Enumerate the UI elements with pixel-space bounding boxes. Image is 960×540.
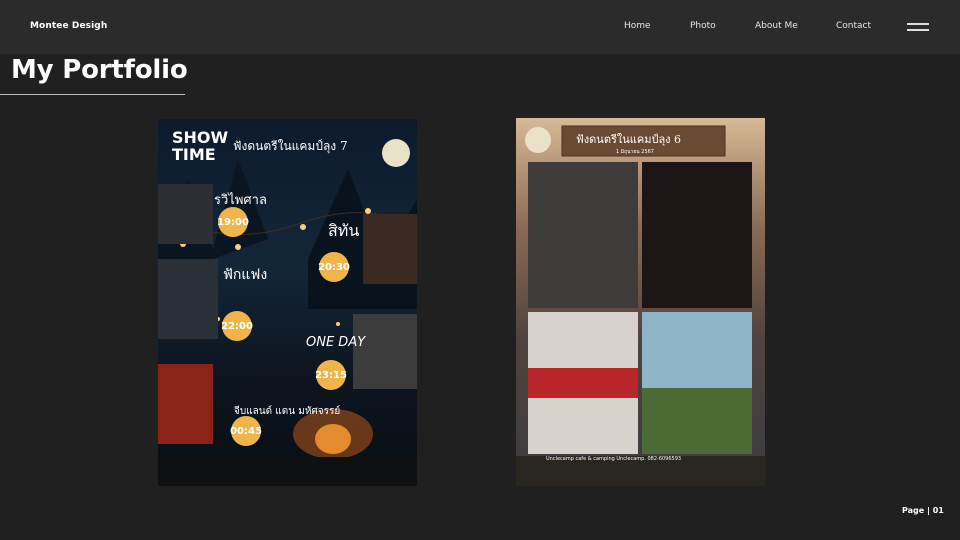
poster-1-headline: ฟังดนตรีในแคมป์ลุง 7 bbox=[233, 139, 348, 153]
show-time-logo: SHOW TIME bbox=[172, 128, 229, 164]
title-underline bbox=[0, 94, 185, 95]
nav-about-link[interactable]: About Me bbox=[755, 21, 798, 31]
performer-4: ONE DAY bbox=[306, 335, 366, 350]
nav-home-link[interactable]: Home bbox=[624, 21, 651, 31]
poster-2-artwork bbox=[516, 125, 765, 486]
poster-2-contact: Unclecamp cafe & camping Unclecamp. 082-… bbox=[546, 456, 682, 462]
menu-icon[interactable] bbox=[907, 23, 929, 31]
poster-2-date: 1 มิถุนายน 2567 bbox=[616, 149, 654, 155]
nav-photo-link[interactable]: Photo bbox=[690, 21, 716, 31]
portfolio-item-poster-1[interactable]: SHOW TIME ฟังดนตรีในแคมป์ลุง 7 รวิไพศาล … bbox=[158, 119, 417, 486]
time-badge-5: 00:45 bbox=[230, 416, 262, 446]
time-badge-1: 19:00 bbox=[217, 207, 249, 237]
performer-3: ฟักแฟง bbox=[223, 267, 268, 283]
page-title: My Portfolio bbox=[11, 55, 188, 85]
time-badge-2: 20:30 bbox=[318, 252, 350, 282]
poster-1-artwork bbox=[158, 139, 417, 486]
performer-1: รวิไพศาล bbox=[214, 193, 267, 208]
time-badge-3: 22:00 bbox=[221, 311, 253, 341]
nav-contact-link[interactable]: Contact bbox=[836, 21, 871, 31]
poster-2-headline: ฟังดนตรีในแคมป์ลุง 6 bbox=[576, 133, 682, 146]
page-number: Page | 01 bbox=[902, 506, 944, 515]
time-badge-4: 23:15 bbox=[315, 360, 347, 390]
brand-logo[interactable]: Montee Desigh bbox=[30, 21, 107, 31]
top-navigation-bar: Montee Desigh Home Photo About Me Contac… bbox=[0, 0, 960, 54]
performer-2: สิทัน bbox=[328, 221, 360, 240]
portfolio-item-poster-2[interactable]: ฟังดนตรีในแคมป์ลุง 6 1 มิถุนายน 2567 Unc… bbox=[516, 118, 765, 486]
